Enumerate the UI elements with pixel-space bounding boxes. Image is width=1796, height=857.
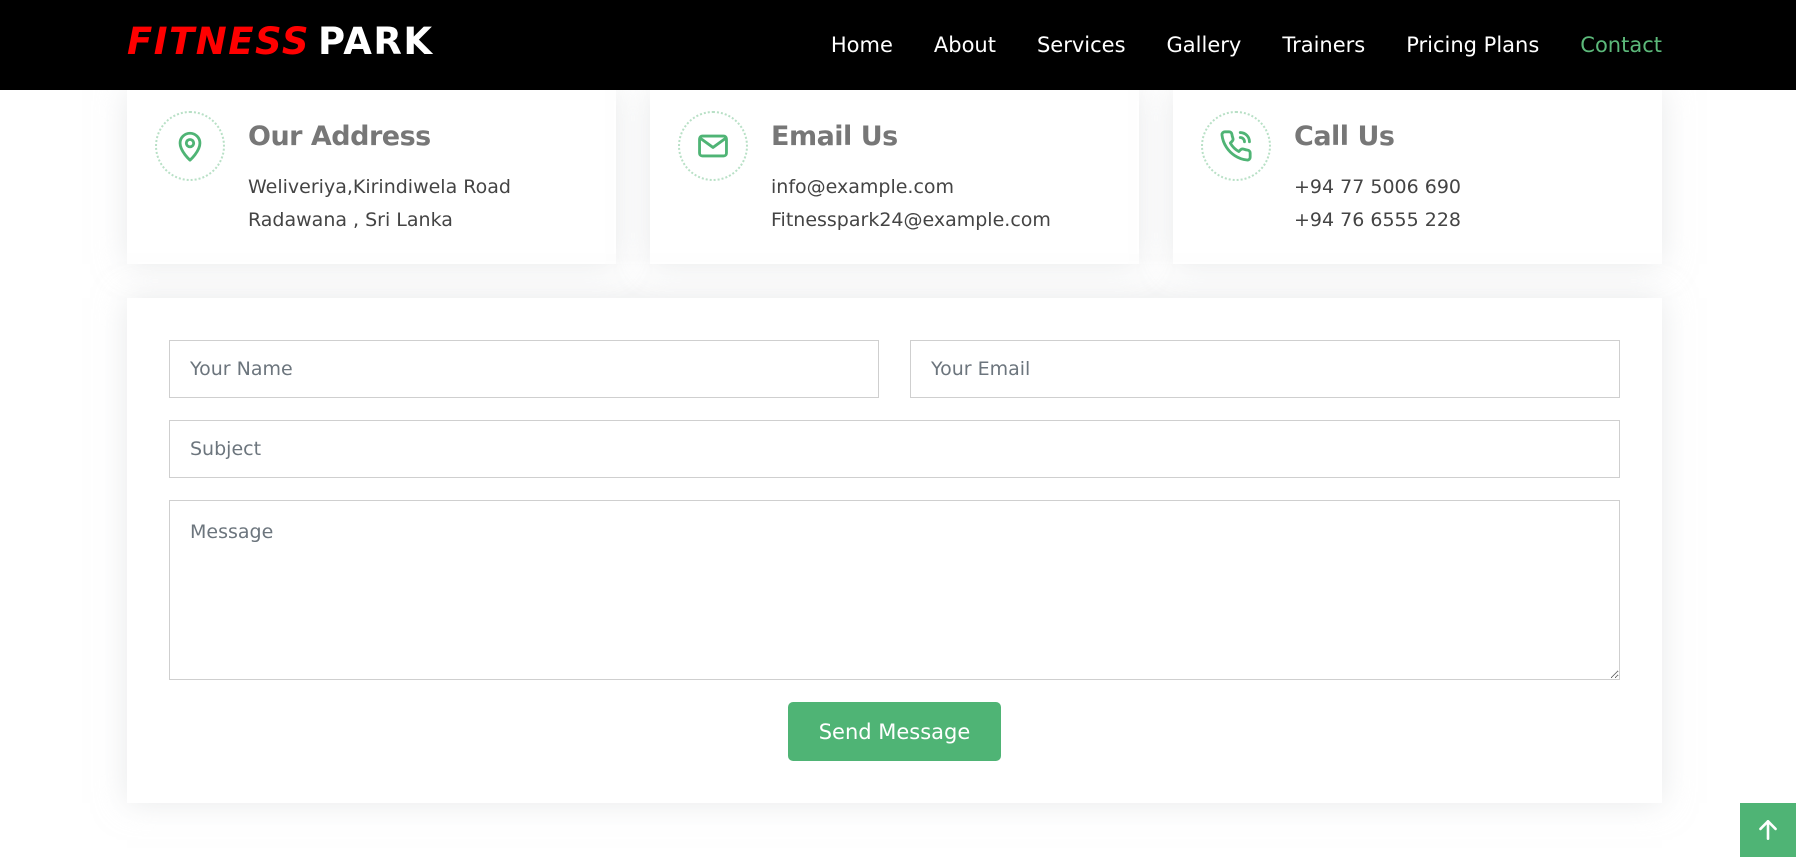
name-input[interactable] xyxy=(169,340,879,398)
email-line-1[interactable]: info@example.com xyxy=(771,176,954,198)
back-to-top-button[interactable] xyxy=(1740,803,1796,857)
phone-line-2[interactable]: +94 76 6555 228 xyxy=(1294,209,1461,231)
call-title: Call Us xyxy=(1294,121,1395,152)
nav-pricing-plans[interactable]: Pricing Plans xyxy=(1406,33,1539,57)
nav-about[interactable]: About xyxy=(934,33,996,57)
phone-icon xyxy=(1220,130,1252,162)
address-icon-circle xyxy=(155,111,225,181)
email-title: Email Us xyxy=(771,121,898,152)
email-input[interactable] xyxy=(910,340,1620,398)
nav-services[interactable]: Services xyxy=(1037,33,1126,57)
contact-form: Send Message xyxy=(127,298,1662,803)
email-line-2[interactable]: Fitnesspark24@example.com xyxy=(771,209,1051,231)
arrow-up-icon xyxy=(1759,820,1777,840)
call-icon-circle xyxy=(1201,111,1271,181)
nav-gallery[interactable]: Gallery xyxy=(1167,33,1242,57)
logo-text-park: PARK xyxy=(318,20,434,63)
envelope-icon xyxy=(698,134,728,158)
site-header: FITNESS PARK Home About Services Gallery … xyxy=(0,0,1796,90)
nav-contact[interactable]: Contact xyxy=(1580,33,1662,57)
logo-text-fitness: FITNESS xyxy=(127,20,310,63)
address-card: Our Address Weliveriya,Kirindiwela Road … xyxy=(127,90,616,264)
message-textarea[interactable] xyxy=(169,500,1620,680)
nav-trainers[interactable]: Trainers xyxy=(1282,33,1365,57)
send-message-button[interactable]: Send Message xyxy=(788,702,1001,761)
site-logo[interactable]: FITNESS PARK xyxy=(127,20,434,64)
email-icon-circle xyxy=(678,111,748,181)
map-pin-icon xyxy=(178,131,202,162)
main-nav: Home About Services Gallery Trainers Pri… xyxy=(790,0,1662,90)
call-card: Call Us +94 77 5006 690 +94 76 6555 228 xyxy=(1173,90,1662,264)
address-title: Our Address xyxy=(248,121,431,152)
nav-home[interactable]: Home xyxy=(831,33,893,57)
address-line-2: Radawana , Sri Lanka xyxy=(248,209,453,231)
address-line-1: Weliveriya,Kirindiwela Road xyxy=(248,176,511,198)
subject-input[interactable] xyxy=(169,420,1620,478)
email-card: Email Us info@example.com Fitnesspark24@… xyxy=(650,90,1139,264)
phone-line-1[interactable]: +94 77 5006 690 xyxy=(1294,176,1461,198)
